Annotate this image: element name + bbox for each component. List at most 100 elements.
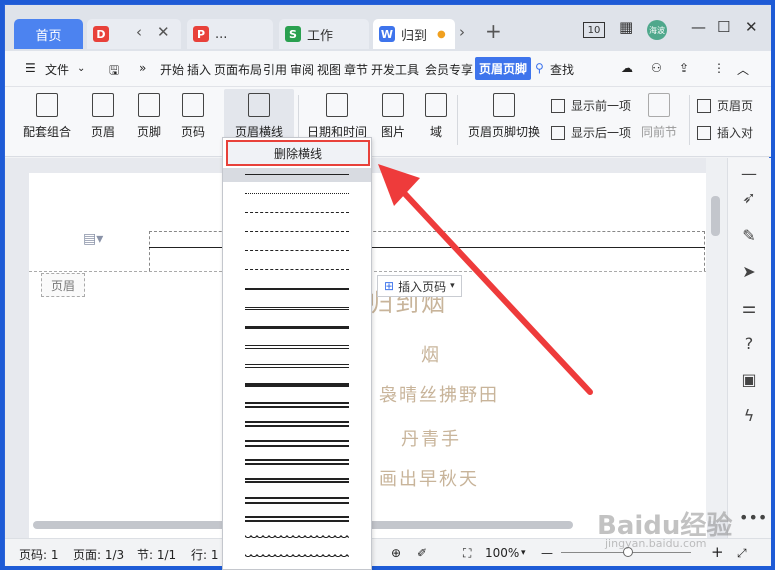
cursor-icon[interactable]: ➤ [739,262,759,282]
chevron-down-icon[interactable]: ⌄ [77,63,85,74]
line-style-option[interactable] [245,402,349,408]
pen-icon[interactable]: ✐ [417,546,427,560]
line-style-option[interactable] [245,535,349,541]
grid-icon[interactable]: ▦ [619,18,633,36]
line-style-option[interactable] [245,383,349,387]
datetime-button[interactable]: 日期和时间 [307,93,367,140]
image-settings-icon[interactable]: ▣ [739,370,759,390]
avatar[interactable]: 海波 [647,20,667,40]
line-style-option[interactable] [245,516,349,522]
menu-view[interactable]: 视图 [317,61,341,78]
tab-document-active[interactable]: W 归到 ● [373,19,455,49]
chevron-right-icon[interactable]: › [459,23,465,41]
maximize-icon[interactable]: ☐ [717,18,730,36]
picture-button[interactable]: 图片 [381,93,405,140]
user-icon[interactable]: ⚇ [651,61,662,75]
rocket-icon[interactable]: ➶ [739,188,759,208]
menu-start[interactable]: 开始 [160,61,184,78]
pdf-app-icon: D [93,26,109,42]
line-style-option[interactable] [245,231,349,232]
zoom-out-icon[interactable]: — [541,546,553,560]
lightning-icon[interactable]: ϟ [739,406,759,426]
menu-header-footer[interactable]: 页眉页脚 [475,57,532,80]
save-icon[interactable]: 🖫 [109,61,119,82]
tab-document-2[interactable]: P ... [187,19,273,49]
chevron-left-icon[interactable]: ‹ [136,23,142,41]
header-options-icon[interactable]: ▤▾ [83,231,103,247]
insert-page-number-button[interactable]: ⊞ 插入页码 ▾ [377,275,462,297]
menu-member[interactable]: 会员专享 [425,61,473,78]
new-tab-icon[interactable]: + [485,19,502,43]
screen-badge[interactable]: 10 [583,22,605,38]
share-icon[interactable]: ⇪ [679,61,689,75]
settings-sliders-icon[interactable]: ⚌ [739,298,759,318]
show-next-button[interactable]: 显示后一项 [551,124,631,141]
menu-file[interactable]: 文件 [45,61,69,78]
tab-document-3[interactable]: S 工作 [279,19,369,49]
zoom-in-icon[interactable]: + [711,543,724,561]
line-style-option[interactable] [245,212,349,213]
line-style-option[interactable] [245,326,349,329]
same-as-previous-button[interactable]: 同前节 [641,93,677,140]
close-icon[interactable]: ✕ [157,23,170,41]
fullscreen-icon[interactable]: ⤢ [737,546,747,561]
insert-align-button[interactable]: 插入对 [697,124,753,141]
line-style-option[interactable] [245,440,349,447]
combo-button[interactable]: 配套组合 [23,93,71,140]
line-style-option[interactable] [245,174,349,175]
footer-button[interactable]: 页脚 [137,93,161,140]
search-icon[interactable]: ⚲ [535,61,544,75]
page-number-button[interactable]: 页码 [181,93,205,140]
more-left-icon[interactable]: » [139,61,146,75]
line-style-option[interactable] [245,193,349,194]
cloud-icon[interactable]: ☁ [621,61,633,75]
header-top-button[interactable]: 页眉页 [697,97,753,114]
line-style-option[interactable] [245,497,349,504]
minimize-icon[interactable]: — [691,18,706,36]
search-button[interactable]: 查找 [550,61,574,78]
status-row[interactable]: 行: 1 [191,546,219,563]
menu-review[interactable]: 审阅 [290,61,314,78]
remove-line-menu-item[interactable]: 删除横线 [226,140,370,166]
globe-icon[interactable]: ⊕ [391,546,401,560]
status-section[interactable]: 节: 1/1 [137,546,176,563]
line-style-option[interactable] [245,269,349,270]
line-style-option[interactable] [245,421,349,427]
scroll-thumb[interactable] [711,196,720,236]
vertical-scrollbar[interactable] [706,158,727,521]
menu-devtools[interactable]: 开发工具 [371,61,419,78]
field-button[interactable]: 域 [425,93,447,140]
status-page-number[interactable]: 页码: 1 [19,546,59,563]
fit-page-icon[interactable]: ⛶ [463,546,471,561]
field-label: 域 [429,125,442,139]
line-style-option[interactable] [245,307,349,310]
close-window-icon[interactable]: ✕ [745,18,758,36]
header-button[interactable]: 页眉 [91,93,115,140]
status-pages[interactable]: 页面: 1/3 [73,546,124,563]
tab-home[interactable]: 首页 [14,19,83,49]
menu-references[interactable]: 引用 [263,61,287,78]
more-options-icon[interactable]: ••• [739,508,767,528]
line-style-option[interactable] [245,459,349,465]
show-previous-button[interactable]: 显示前一项 [551,97,631,114]
line-style-option[interactable] [245,364,349,368]
menu-chapter[interactable]: 章节 [344,61,368,78]
show-previous-label: 显示前一项 [571,99,632,113]
chevron-down-icon[interactable]: ▾ [521,548,526,558]
minimize-panel-icon[interactable]: — [739,164,759,184]
switch-header-footer-button[interactable]: 页眉页脚切换 [468,93,540,140]
zoom-level[interactable]: 100% [485,546,519,560]
pen-icon[interactable]: ✎ [739,226,759,246]
line-style-selected[interactable] [223,168,371,182]
line-style-option[interactable] [245,288,349,290]
line-style-option[interactable] [245,250,349,251]
hamburger-icon[interactable]: ☰ [25,61,36,75]
more-icon[interactable]: ⋮ [713,61,725,75]
menu-insert[interactable]: 插入 [187,61,211,78]
line-style-option[interactable] [245,554,349,560]
menu-layout[interactable]: 页面布局 [214,61,262,78]
help-icon[interactable]: ? [739,334,759,354]
line-style-option[interactable] [245,345,349,349]
collapse-ribbon-icon[interactable]: ︿ [737,61,749,78]
line-style-option[interactable] [245,478,349,483]
